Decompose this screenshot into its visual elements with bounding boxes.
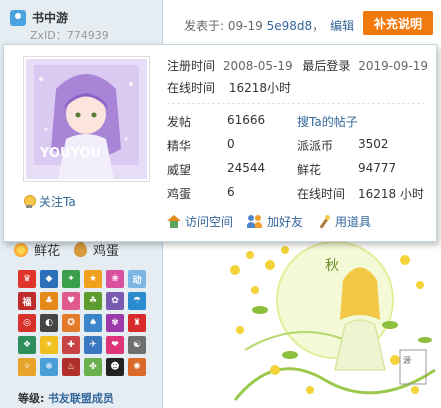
- visit-space-label: 访问空间: [185, 215, 234, 229]
- medal-icon[interactable]: ☻: [106, 358, 124, 376]
- avatar-image: YOUYOU: [26, 59, 147, 179]
- username[interactable]: 书中游: [32, 9, 68, 26]
- medal-icon[interactable]: ✤: [84, 358, 102, 376]
- medal-icon[interactable]: ★: [84, 270, 102, 288]
- post-meta: 发表于: 09-19 5e98d8， 编辑: [184, 17, 354, 34]
- flowers-label: 鲜花: [297, 163, 322, 177]
- post-sep: ，: [312, 19, 325, 33]
- reg-label: 注册时间: [167, 59, 216, 73]
- edit-link[interactable]: 编辑: [330, 19, 354, 33]
- user-level: 等级: 书友联盟成员: [18, 390, 114, 406]
- avatar: YOUYOU: [26, 59, 147, 179]
- posts-value: 61666: [227, 113, 266, 127]
- reg-value: 2008-05-19: [222, 59, 293, 73]
- medal-icon[interactable]: ✈: [84, 336, 102, 354]
- last-login-value: 2019-09-19: [358, 59, 429, 73]
- medal-icon[interactable]: ✿: [106, 292, 124, 310]
- online2-label: 在线时间: [297, 187, 346, 201]
- gift-actions: 鲜花 鸡蛋: [14, 240, 119, 259]
- medal-icon[interactable]: ✧: [18, 358, 36, 376]
- popup-actions: 访问空间 加好友 用道具: [167, 213, 371, 230]
- digest-label: 精华: [167, 139, 192, 153]
- home-icon: [167, 215, 181, 228]
- medal-icon[interactable]: ❀: [106, 270, 124, 288]
- medal-icon[interactable]: ♛: [18, 270, 36, 288]
- last-login-label: 最后登录: [302, 59, 351, 73]
- registration-info: 注册时间 2008-05-19 最后登录 2019-09-19 在线时间 162…: [167, 55, 428, 99]
- svg-text:源: 源: [403, 356, 411, 365]
- egg-label: 鸡蛋: [93, 244, 120, 259]
- send-egg-button[interactable]: 鸡蛋: [74, 240, 119, 259]
- user-online-icon: [10, 9, 26, 26]
- level-value[interactable]: 书友联盟成员: [48, 392, 114, 405]
- coins-value: 3502: [358, 137, 389, 151]
- coins-label: 派派币: [297, 139, 334, 153]
- flower-icon: [14, 242, 28, 257]
- flowers-value: 94777: [358, 161, 397, 175]
- prestige-value: 24544: [227, 161, 266, 175]
- medal-icon[interactable]: ◎: [18, 314, 36, 332]
- online-label: 在线时间: [167, 81, 216, 95]
- post-date: 09-19: [227, 19, 263, 33]
- follow-button[interactable]: 关注Ta: [23, 193, 76, 210]
- add-friend-icon: [247, 215, 263, 228]
- avatar-caption: YOUYOU: [39, 146, 101, 161]
- signature-artwork: 秋 源: [230, 241, 436, 401]
- send-flower-button[interactable]: 鲜花: [14, 240, 60, 259]
- user-header: 书中游: [10, 9, 68, 26]
- use-item-link[interactable]: 用道具: [317, 213, 371, 230]
- medal-icon[interactable]: ❄: [40, 358, 58, 376]
- medal-icon[interactable]: ◐: [40, 314, 58, 332]
- prestige-label: 威望: [167, 163, 192, 177]
- medal-icon[interactable]: ❤: [106, 336, 124, 354]
- egg-icon: [74, 242, 88, 257]
- visit-space-link[interactable]: 访问空间: [167, 213, 233, 230]
- wand-icon: [317, 214, 331, 229]
- search-posts-link[interactable]: 搜Ta的帖子: [297, 113, 358, 130]
- flower-label: 鲜花: [34, 244, 61, 259]
- user-info-popup: YOUYOU 关注Ta 注册时间 2008-05-19 最后登录 2019-09…: [3, 44, 437, 242]
- svg-text:秋: 秋: [325, 258, 339, 274]
- medal-icon[interactable]: ☘: [84, 292, 102, 310]
- medal-icon[interactable]: ♠: [84, 314, 102, 332]
- add-friend-link[interactable]: 加好友: [247, 213, 303, 230]
- eggs-label: 鸡蛋: [167, 187, 192, 201]
- medal-icon[interactable]: ♣: [40, 292, 58, 310]
- medal-icon[interactable]: ☀: [40, 336, 58, 354]
- medal-icon[interactable]: ✚: [62, 336, 80, 354]
- medal-icon[interactable]: ✪: [62, 314, 80, 332]
- posted-prefix: 发表于:: [184, 19, 228, 33]
- supplement-button[interactable]: 补充说明: [363, 11, 433, 35]
- use-item-label: 用道具: [335, 215, 372, 229]
- medal-icon[interactable]: 动: [128, 270, 146, 288]
- divider: [167, 103, 425, 104]
- posts-label: 发帖: [167, 115, 192, 129]
- bulb-icon: [23, 194, 36, 209]
- medal-icon[interactable]: ♨: [62, 358, 80, 376]
- medal-icon[interactable]: ☯: [128, 336, 146, 354]
- medal-icon[interactable]: ✦: [62, 270, 80, 288]
- online2-value: 16218 小时: [358, 187, 424, 201]
- add-friend-label: 加好友: [267, 215, 304, 229]
- follow-label: 关注Ta: [39, 195, 76, 209]
- post-header: 发表于: 09-19 5e98d8， 编辑 补充说明: [164, 0, 441, 44]
- medal-icon[interactable]: ✺: [128, 358, 146, 376]
- medal-icon[interactable]: 福: [18, 292, 36, 310]
- medal-grid: ♛ ◆ ✦ ★ ❀ 动福 ♣ ♥ ☘ ✿ ☂ ◎ ◐ ✪ ♠ ✾ ♜ ❖ ☀ ✚ ✈ ❤ ☯ ✧ ❄ ♨ ✤ ☻ ✺: [18, 270, 153, 376]
- medal-icon[interactable]: ♜: [128, 314, 146, 332]
- medal-icon[interactable]: ✾: [106, 314, 124, 332]
- post-hash: 5e98d8: [266, 19, 313, 33]
- medal-icon[interactable]: ◆: [40, 270, 58, 288]
- digest-value: 0: [227, 137, 235, 151]
- avatar-frame[interactable]: YOUYOU: [23, 56, 150, 182]
- level-label: 等级:: [18, 392, 45, 405]
- online-value: 16218小时: [228, 81, 292, 95]
- medal-icon[interactable]: ♥: [62, 292, 80, 310]
- medal-icon[interactable]: ☂: [128, 292, 146, 310]
- medal-icon[interactable]: ❖: [18, 336, 36, 354]
- user-zxid: ZxID：774939: [30, 29, 109, 42]
- eggs-value: 6: [227, 185, 235, 199]
